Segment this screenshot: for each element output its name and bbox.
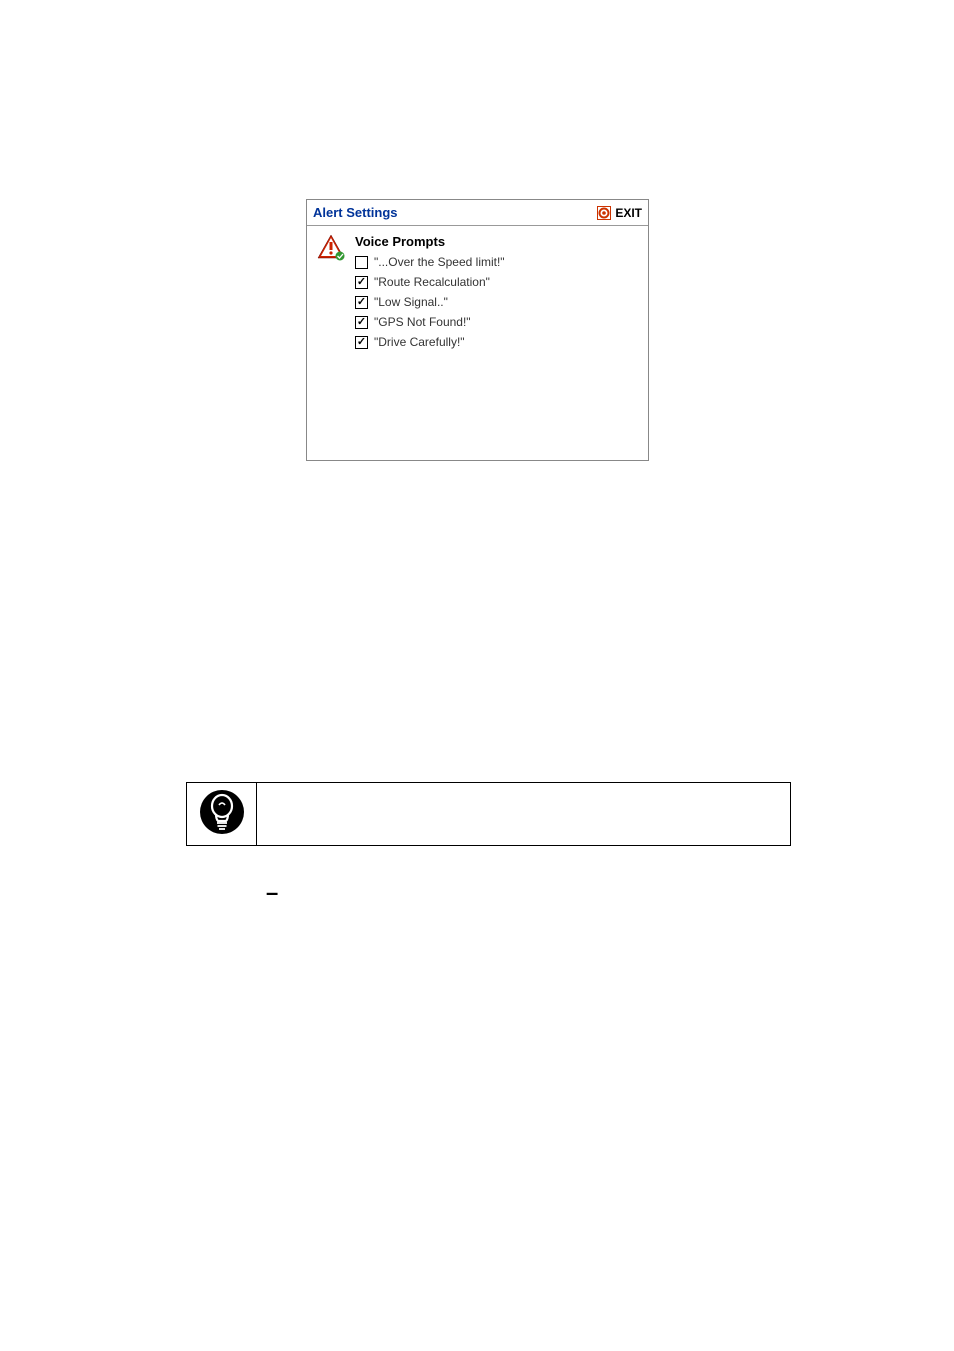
panel-header: Alert Settings EXIT [307, 200, 648, 226]
checkbox-row: "Low Signal.." [355, 295, 638, 309]
voice-prompts-section: Voice Prompts "...Over the Speed limit!"… [355, 234, 638, 355]
checkbox-row: "...Over the Speed limit!" [355, 255, 638, 269]
checkbox-label: "GPS Not Found!" [374, 315, 471, 329]
voice-prompts-heading: Voice Prompts [355, 234, 638, 249]
dash-mark: – [266, 880, 278, 906]
checkbox-row: "Drive Carefully!" [355, 335, 638, 349]
checkbox-label: "Drive Carefully!" [374, 335, 465, 349]
exit-label: EXIT [615, 206, 642, 220]
alert-settings-panel: Alert Settings EXIT Voic [306, 199, 649, 461]
panel-body: Voice Prompts "...Over the Speed limit!"… [307, 226, 648, 363]
checkbox-row: "GPS Not Found!" [355, 315, 638, 329]
tip-icon-cell [187, 783, 257, 845]
tip-box [186, 782, 791, 846]
alert-warning-icon [317, 234, 345, 262]
checkbox-low-signal[interactable] [355, 296, 368, 309]
exit-button[interactable]: EXIT [597, 206, 642, 220]
checkbox-label: "Low Signal.." [374, 295, 448, 309]
checkbox-row: "Route Recalculation" [355, 275, 638, 289]
exit-icon [597, 206, 611, 220]
checkbox-label: "...Over the Speed limit!" [374, 255, 505, 269]
tip-content [257, 783, 790, 845]
checkbox-label: "Route Recalculation" [374, 275, 490, 289]
lightbulb-icon [199, 789, 245, 840]
panel-title: Alert Settings [313, 205, 398, 220]
checkbox-route-recalculation[interactable] [355, 276, 368, 289]
checkbox-gps-not-found[interactable] [355, 316, 368, 329]
checkbox-speed-limit[interactable] [355, 256, 368, 269]
checkbox-drive-carefully[interactable] [355, 336, 368, 349]
